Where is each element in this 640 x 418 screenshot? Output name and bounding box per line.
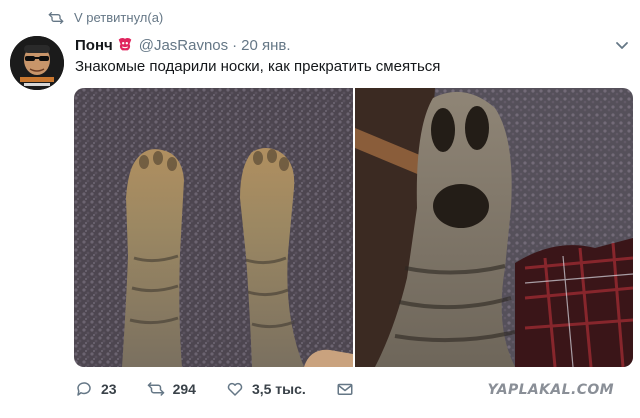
tweet-media[interactable] <box>74 88 633 367</box>
reply-button[interactable]: 23 <box>75 380 117 398</box>
envelope-icon <box>337 383 353 395</box>
tweet-header: Понч @JasRavnos · 20 янв. <box>75 34 630 56</box>
tweet-date[interactable]: 20 янв. <box>241 37 290 54</box>
like-button[interactable]: 3,5 тыс. <box>226 380 306 398</box>
reply-icon <box>77 382 91 396</box>
heart-icon <box>227 382 243 396</box>
watermark: YAPLAKAL.COM <box>487 382 614 398</box>
message-button[interactable] <box>336 380 354 398</box>
separator: · <box>232 36 238 54</box>
tweet-actions: 23 294 3,5 тыс. <box>75 380 384 398</box>
like-count: 3,5 тыс. <box>251 381 306 397</box>
retweet-label: V ретвитнул(а) <box>74 10 164 25</box>
photo-left[interactable] <box>74 88 353 367</box>
retweet-button[interactable]: 294 <box>147 380 196 398</box>
retweet-count: 294 <box>172 381 196 397</box>
retweet-icon <box>48 11 64 24</box>
tweet-text: Знакомые подарили носки, как прекратить … <box>75 58 441 75</box>
user-handle[interactable]: @JasRavnos <box>139 37 228 54</box>
photo-right[interactable] <box>355 88 633 367</box>
reply-count: 23 <box>101 381 117 397</box>
avatar[interactable] <box>10 36 64 90</box>
chevron-down-icon[interactable] <box>614 37 630 53</box>
red-face-emoji-icon <box>118 37 132 51</box>
retweet-icon <box>147 382 164 396</box>
display-name[interactable]: Понч <box>75 37 113 54</box>
retweet-indicator[interactable]: V ретвитнул(а) <box>48 10 163 25</box>
